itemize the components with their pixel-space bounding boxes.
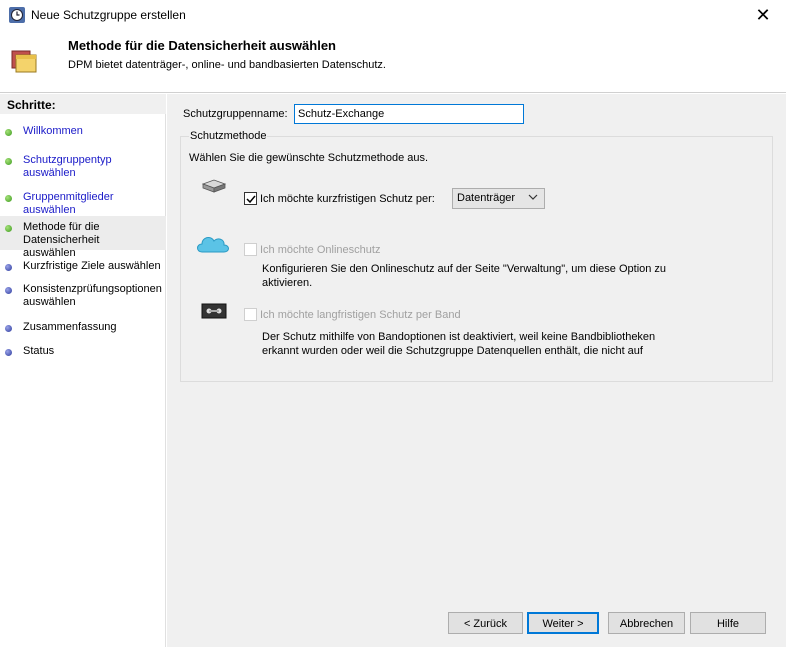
cloud-icon [195, 232, 231, 257]
folder-stack-icon [10, 49, 40, 78]
group-name-input[interactable] [294, 104, 524, 124]
protection-method-group: Schutzmethode Wählen Sie die gewünschte … [180, 130, 773, 382]
window-title: Neue Schutzgruppe erstellen [31, 8, 186, 22]
step-done-icon [5, 129, 12, 136]
group-name-label: Schutzgruppenname: [183, 108, 288, 120]
step-methode-current: Methode für die Datensicherheit auswähle… [0, 216, 166, 259]
step-label: Schutzgruppentyp auswählen [23, 154, 112, 179]
help-button[interactable]: Hilfe [690, 612, 766, 634]
wizard-header: Methode für die Datensicherheit auswähle… [0, 31, 786, 93]
close-icon: ✕ [755, 5, 771, 25]
step-label: Zusammenfassung [23, 321, 117, 333]
step-done-icon [5, 158, 12, 165]
step-pending-icon [5, 325, 12, 332]
short-term-label: Ich möchte kurzfristigen Schutz per: [260, 193, 435, 205]
step-done-icon [5, 195, 12, 202]
main-panel: Schutzgruppenname: Schutzmethode Wählen … [167, 94, 786, 647]
app-clock-icon [9, 7, 25, 23]
online-description: Konfigurieren Sie den Onlineschutz auf d… [262, 263, 667, 289]
chevron-down-icon [528, 192, 538, 205]
step-willkommen[interactable]: Willkommen [0, 125, 166, 141]
step-pending-icon [5, 287, 12, 294]
step-status: Status [0, 345, 166, 361]
step-label: Gruppenmitglieder auswählen [23, 191, 114, 216]
tape-icon [201, 303, 227, 322]
tape-description: Der Schutz mithilfe von Bandoptionen ist… [262, 331, 656, 357]
step-zusammenfassung: Zusammenfassung [0, 321, 166, 337]
step-schutzgruppentyp[interactable]: Schutzgruppentyp auswählen [0, 154, 166, 179]
step-label: Kurzfristige Ziele auswählen [23, 260, 161, 272]
disk-icon [201, 179, 227, 196]
short-term-media-select[interactable]: Datenträger [452, 188, 545, 209]
step-gruppenmitglieder[interactable]: Gruppenmitglieder auswählen [0, 191, 166, 216]
tape-label: Ich möchte langfristigen Schutz per Band [260, 309, 461, 321]
close-button[interactable]: ✕ [740, 0, 786, 31]
short-term-checkbox[interactable] [244, 192, 257, 205]
step-label: Methode für die Datensicherheit auswähle… [23, 221, 100, 259]
page-subtitle: DPM bietet datenträger-, online- und ban… [68, 59, 386, 71]
online-checkbox[interactable] [244, 243, 257, 256]
step-label: Willkommen [23, 125, 83, 137]
cancel-button[interactable]: Abbrechen [608, 612, 685, 634]
step-pending-icon [5, 264, 12, 271]
step-pending-icon [5, 349, 12, 356]
step-label: Konsistenzprüfungsoptionen auswählen [23, 283, 162, 308]
group-title: Schutzmethode [189, 130, 268, 142]
step-konsistenzpruefung: Konsistenzprüfungsoptionen auswählen [0, 283, 166, 311]
title-bar: Neue Schutzgruppe erstellen ✕ [0, 0, 786, 31]
group-intro: Wählen Sie die gewünschte Schutzmethode … [189, 152, 429, 164]
select-value: Datenträger [457, 192, 516, 204]
step-kurzfristige-ziele: Kurzfristige Ziele auswählen [0, 260, 166, 276]
page-title: Methode für die Datensicherheit auswähle… [68, 38, 336, 53]
steps-sidebar: Schritte: Willkommen Schutzgruppentyp au… [0, 94, 166, 647]
next-button[interactable]: Weiter > [527, 612, 599, 634]
step-current-icon [5, 225, 12, 232]
step-label: Status [23, 345, 55, 357]
tape-checkbox[interactable] [244, 308, 257, 321]
online-label: Ich möchte Onlineschutz [260, 244, 381, 256]
back-button[interactable]: < Zurück [448, 612, 523, 634]
steps-heading: Schritte: [0, 94, 166, 114]
